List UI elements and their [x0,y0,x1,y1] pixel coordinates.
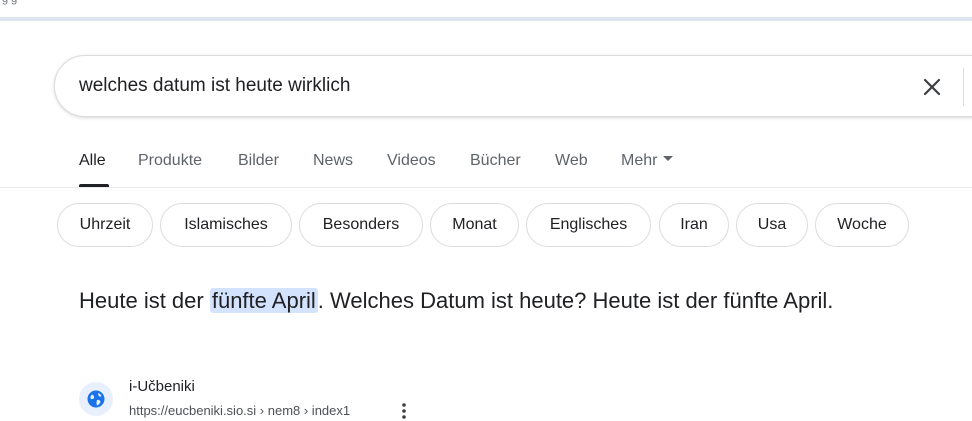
result-options-button[interactable] [397,402,411,420]
tab-produkte[interactable]: Produkte [138,152,202,170]
source-url[interactable]: https://eucbeniki.sio.si › nem8 › index1 [129,403,350,418]
chip-label: Islamisches [184,216,268,233]
chip-label: Usa [757,216,787,233]
tab-mehr-label: Mehr [621,152,658,169]
tab-web[interactable]: Web [555,152,588,170]
chip-label: Uhrzeit [79,216,131,233]
more-vert-icon [402,403,406,419]
tabs-divider [0,187,972,188]
cropped-header-text: g g [2,0,17,5]
answer-highlight: fünfte April [209,288,318,313]
chip-label: Besonders [322,216,400,233]
caret-down-icon [663,156,674,162]
chip-label: Englisches [549,216,628,233]
close-icon [923,78,941,96]
search-box-divider [963,68,964,106]
chip-label: Woche [837,216,887,233]
top-strip: g g [0,0,972,18]
chip-label: Iran [680,216,708,233]
chip-englisches[interactable]: Englisches [526,203,651,247]
chip-besonders[interactable]: Besonders [299,203,423,247]
search-results-page: g g Alle Produkte Bilder News Videos Büc… [0,0,972,421]
search-input[interactable] [79,75,779,97]
tab-alle[interactable]: Alle [79,152,106,170]
globe-icon [87,390,105,408]
chip-woche[interactable]: Woche [815,203,909,247]
chip-uhrzeit[interactable]: Uhrzeit [57,203,153,247]
search-box[interactable] [54,55,972,117]
chip-label: Monat [452,216,497,233]
chip-islamisches[interactable]: Islamisches [160,203,292,247]
source-favicon[interactable] [79,382,113,416]
tab-mehr[interactable]: Mehr [621,152,674,170]
search-tabs: Alle Produkte Bilder News Videos Bücher … [0,140,972,188]
tab-bilder[interactable]: Bilder [238,152,279,170]
tab-buecher[interactable]: Bücher [470,152,521,170]
chip-monat[interactable]: Monat [430,203,519,247]
source-site-name[interactable]: i-Učbeniki [129,378,195,395]
featured-answer: Heute ist der fünfte April. Welches Datu… [79,285,899,317]
top-divider [0,17,972,21]
answer-text-after: . Welches Datum ist heute? Heute ist der… [317,288,834,313]
tab-news[interactable]: News [313,152,353,170]
tab-videos[interactable]: Videos [387,152,436,170]
chip-usa[interactable]: Usa [736,203,808,247]
answer-text-before: Heute ist der [79,288,210,313]
chip-iran[interactable]: Iran [659,203,729,247]
clear-search-button[interactable] [917,72,947,102]
